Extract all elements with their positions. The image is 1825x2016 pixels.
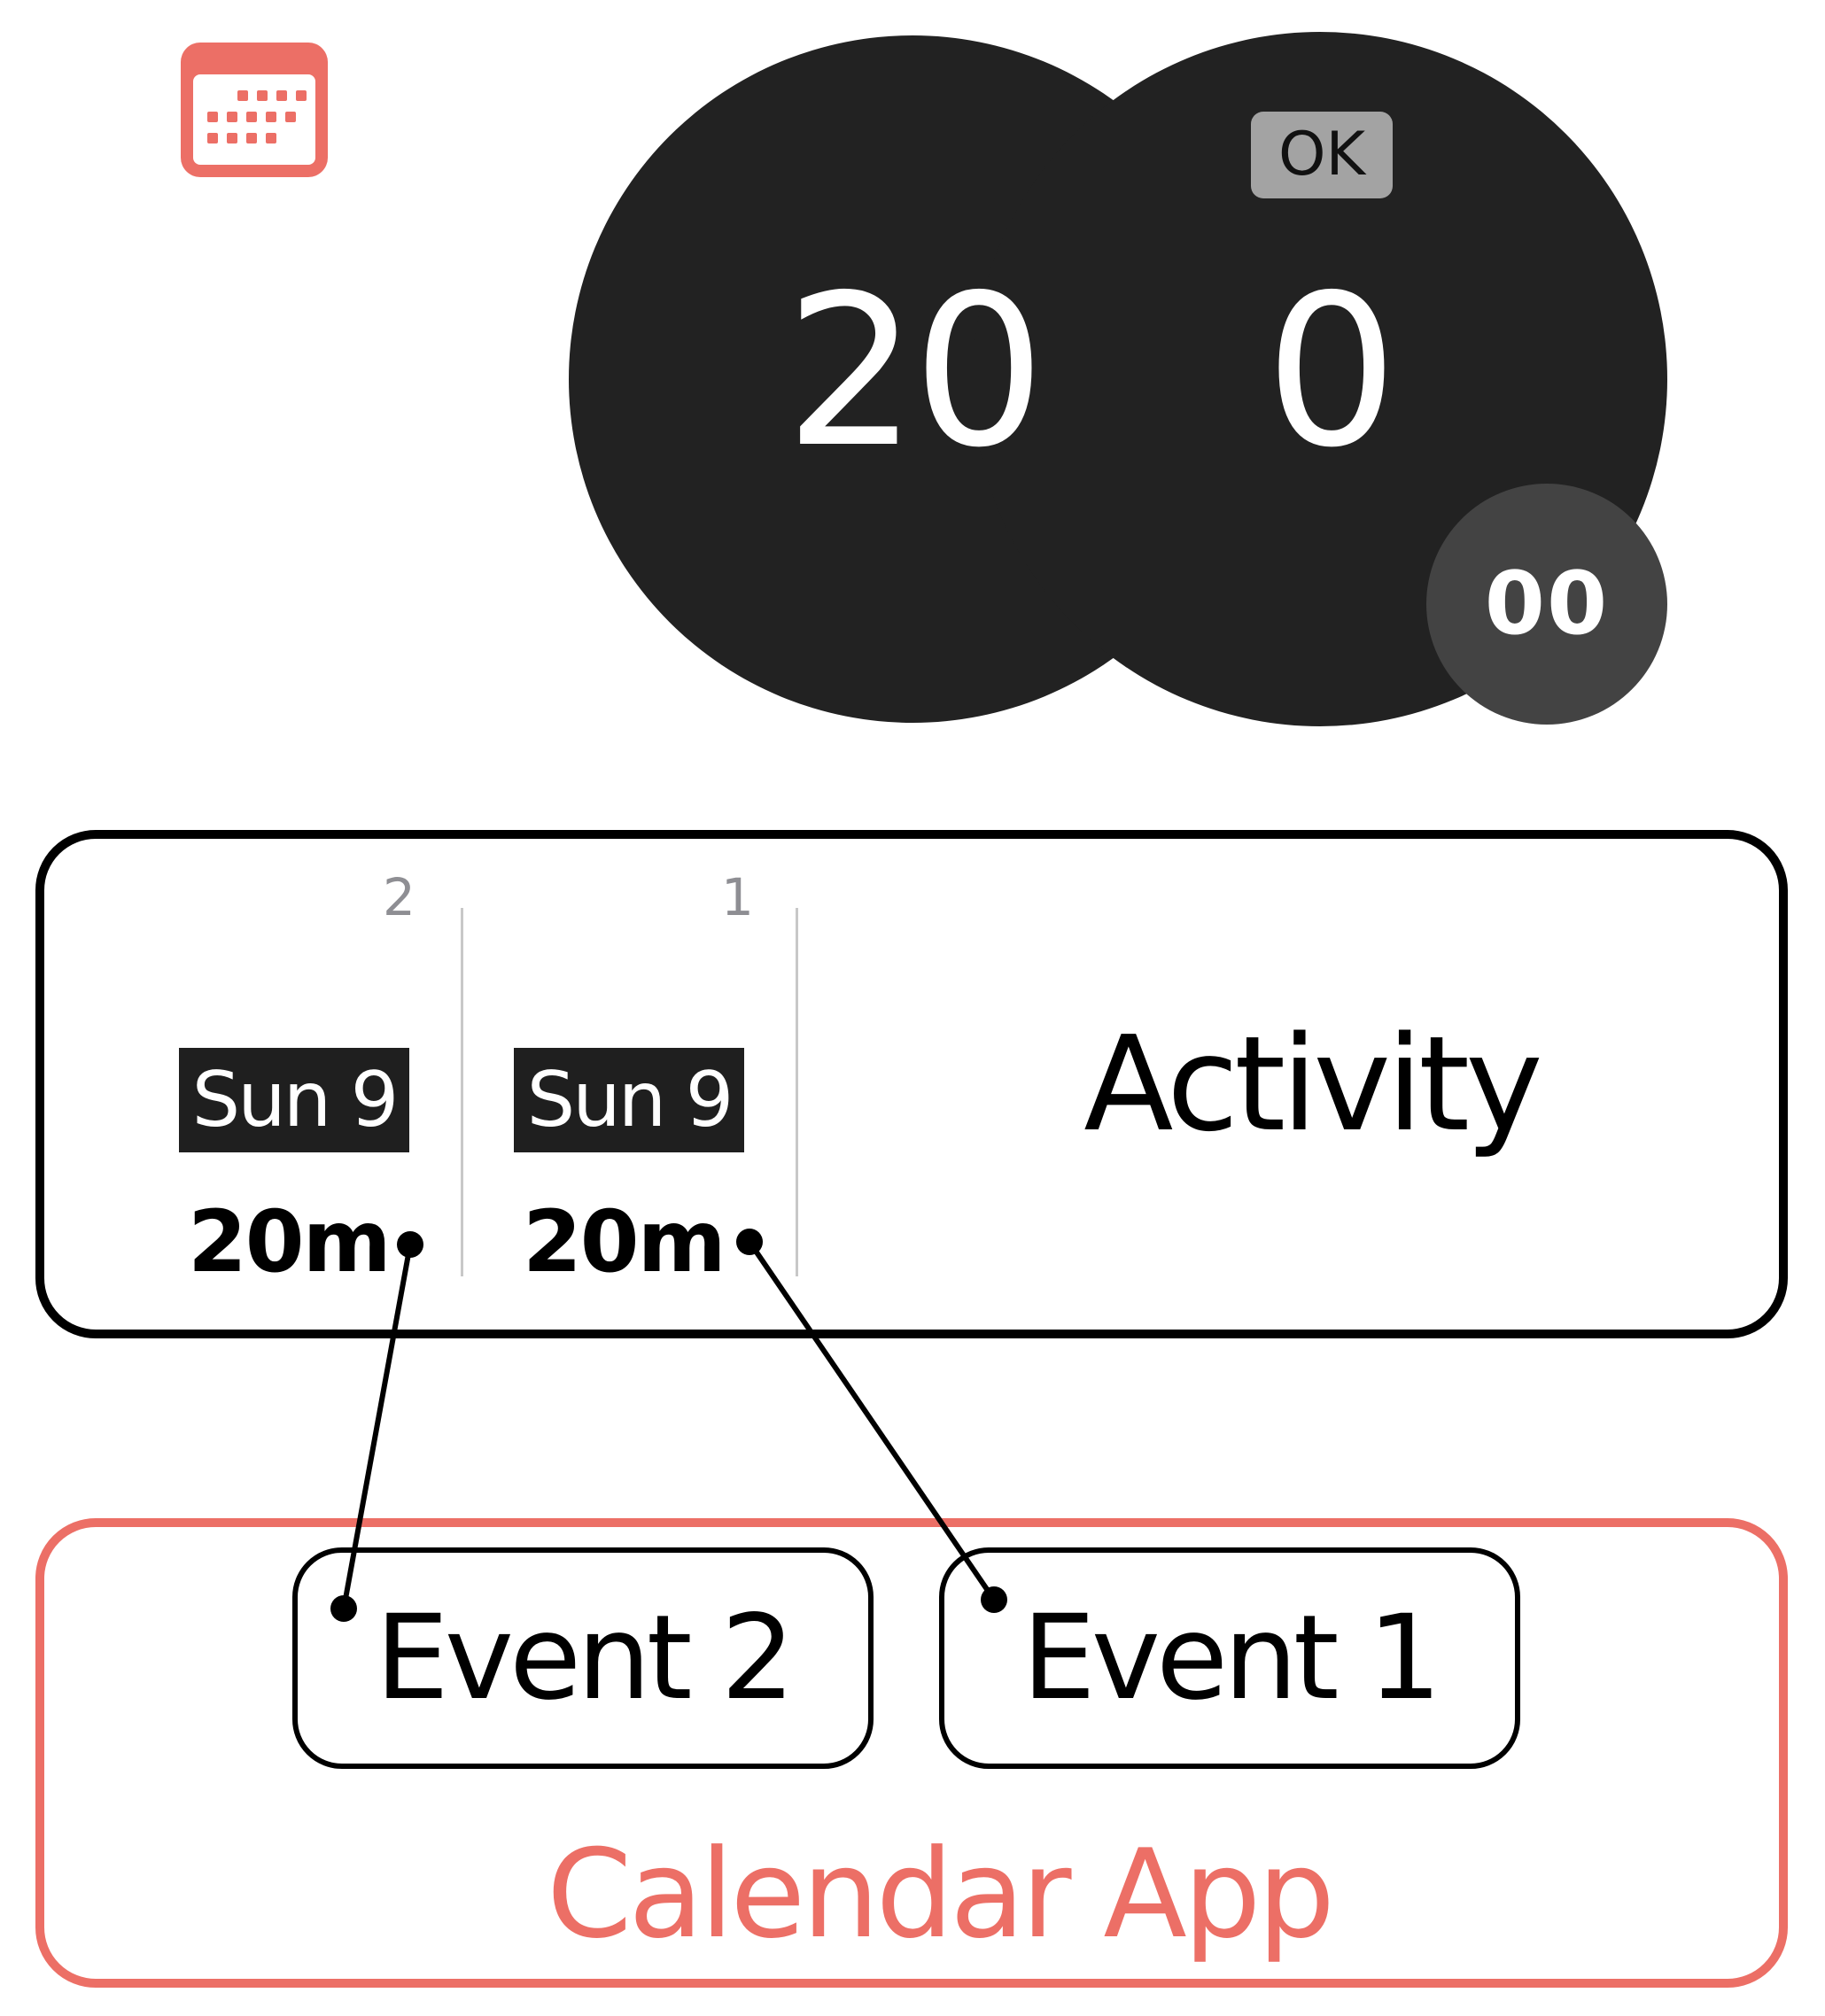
activity-duration: 20m (523, 1192, 726, 1291)
column-divider (461, 908, 463, 1276)
timer-minutes[interactable]: 0 (1223, 268, 1435, 477)
calendar-app-label: Calendar App (547, 1823, 1335, 1966)
timer-hours[interactable]: 20 (753, 268, 1072, 477)
activity-title: Activity (1083, 1008, 1542, 1160)
column-divider (796, 908, 798, 1276)
date-chip: Sun 9 (514, 1048, 744, 1152)
event-2-card[interactable]: Event 2 (292, 1547, 874, 1769)
timer-seconds[interactable]: 00 (1426, 484, 1667, 725)
date-chip: Sun 9 (179, 1048, 409, 1152)
column-index: 2 (383, 867, 415, 927)
column-index: 1 (721, 867, 754, 927)
event-1-card[interactable]: Event 1 (939, 1547, 1520, 1769)
ok-button[interactable]: OK (1251, 112, 1393, 198)
activity-duration: 20m (188, 1192, 392, 1291)
